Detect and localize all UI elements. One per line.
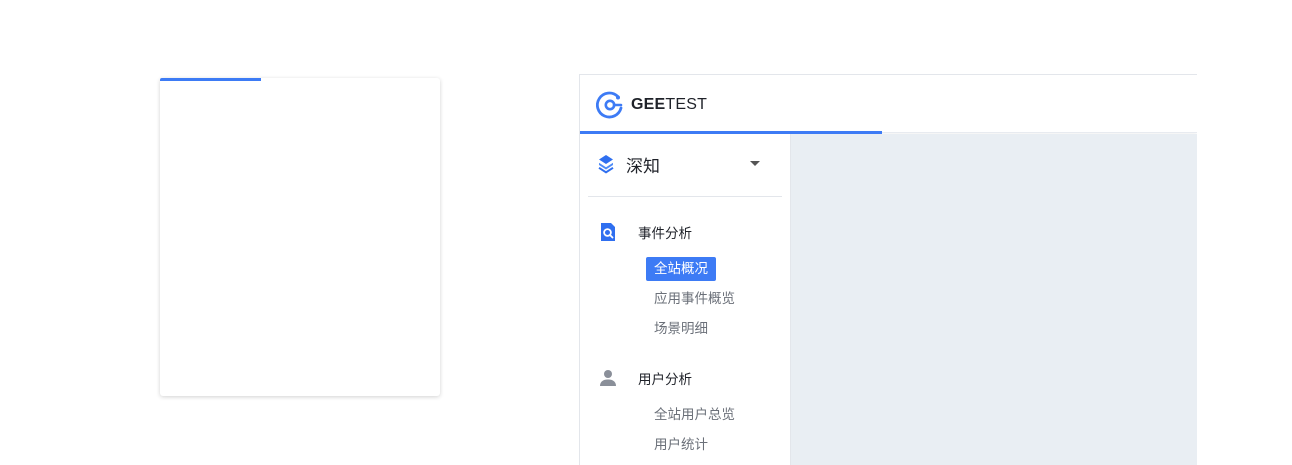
brand-name-strong: GEE: [631, 96, 666, 113]
sidebar: 深知 事件分析 全站概况 应用事件概览 场景明细 用户分析 全站用户总览 用户统…: [580, 134, 791, 465]
nav-group-event-analysis[interactable]: 事件分析: [596, 220, 692, 244]
nav-item-site-user-overview[interactable]: 全站用户总览: [646, 403, 743, 427]
main-content-area: [791, 134, 1197, 465]
brand-name: GEETEST: [631, 96, 707, 114]
nav-group-user-analysis[interactable]: 用户分析: [596, 366, 692, 390]
nav-group-label: 事件分析: [638, 226, 692, 242]
layers-icon: [598, 155, 614, 174]
nav-item-user-statistics[interactable]: 用户统计: [646, 433, 716, 457]
loading-progress-bar: [160, 78, 261, 81]
nav-item-app-event-overview[interactable]: 应用事件概览: [646, 287, 743, 311]
top-bar: GEETEST: [580, 75, 1197, 133]
app-window: GEETEST 深知 事件分析 全站概况 应用事件概览 场景明细 用户分析 全站…: [579, 74, 1197, 465]
brand-name-rest: TEST: [665, 96, 708, 113]
chevron-down-icon: [750, 161, 760, 166]
nav-item-site-overview[interactable]: 全站概况: [646, 257, 716, 281]
sidebar-divider: [588, 196, 782, 197]
search-doc-icon: [596, 220, 620, 244]
nav-item-scene-details[interactable]: 场景明细: [646, 317, 716, 341]
user-icon: [596, 366, 620, 390]
product-name: 深知: [626, 156, 660, 177]
geetest-logo-icon: [596, 91, 623, 119]
loading-card: [160, 78, 440, 396]
nav-group-label: 用户分析: [638, 372, 692, 388]
product-switcher[interactable]: 深知: [596, 152, 776, 177]
brand-logo[interactable]: GEETEST: [596, 91, 707, 119]
